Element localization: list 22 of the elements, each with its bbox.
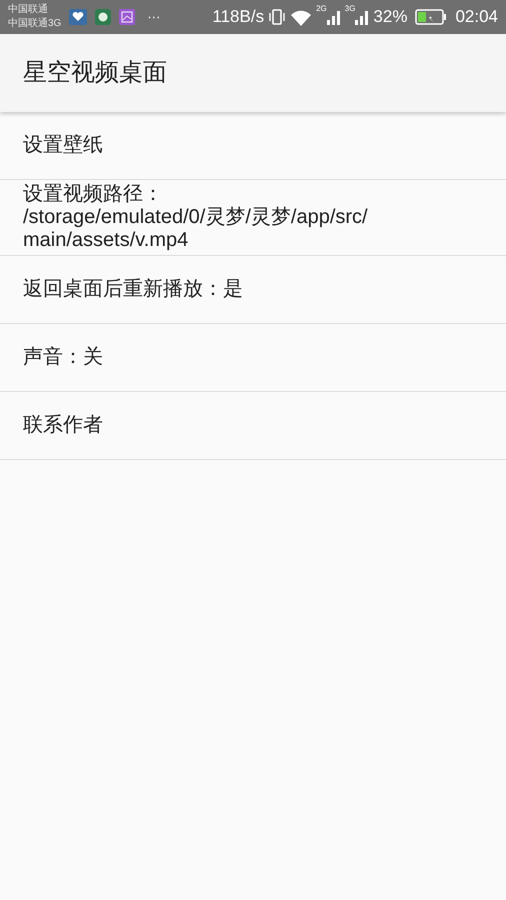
wifi-icon [290,8,312,26]
network-type: 3G [344,3,356,15]
more-notifications: ··· [147,8,160,26]
charging-battery-icon [415,9,448,25]
image-notification-icon [119,9,136,25]
settings-item[interactable]: 设置壁纸 [23,134,103,157]
chat-notification-icon [95,9,112,25]
carrier-name: 中国联通 [8,3,49,17]
network-type: 2G [316,3,327,15]
settings-item[interactable]: 声音：关 [23,346,103,369]
network-speed: 118B/s [212,6,264,28]
signal-icon [355,9,370,25]
signal-icon [326,9,341,25]
battery-percentage: 32% [373,6,408,28]
settings-item[interactable]: 设置视频路径： /storage/emulated/0/灵梦/灵梦/app/src/ main/assets/v.mp4 [23,183,368,252]
app-title: 星空视频桌面 [23,58,167,88]
carrier-name: 中国联通3G [8,17,62,31]
heart-notification-icon [69,9,88,25]
clock: 02:04 [455,6,498,28]
settings-item[interactable]: 联系作者 [23,414,103,437]
settings-item[interactable]: 返回桌面后重新播放：是 [23,278,243,301]
vibrate-icon [268,8,286,26]
